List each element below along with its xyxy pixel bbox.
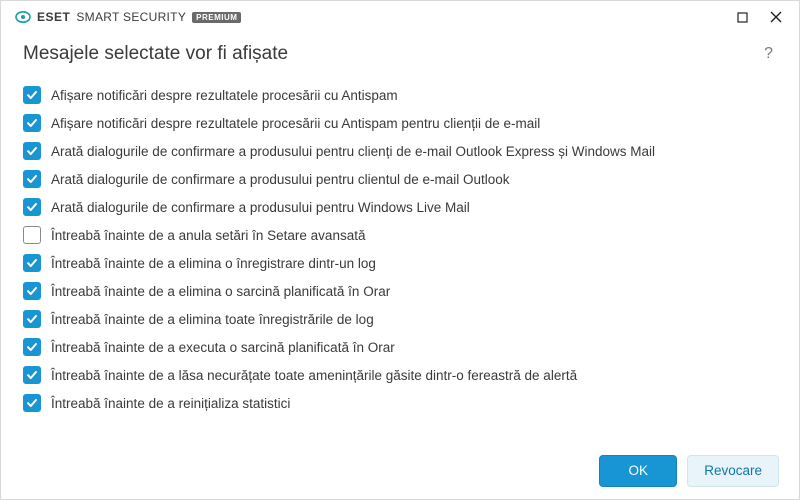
list-item-label: Întreabă înainte de a elimina o sarcină … <box>51 284 390 299</box>
list-item-label: Întreabă înainte de a anula setări în Se… <box>51 228 365 243</box>
cancel-button[interactable]: Revocare <box>687 455 779 487</box>
list-item: Întreabă înainte de a lăsa necurățate to… <box>21 361 779 389</box>
messages-list[interactable]: Afișare notificări despre rezultatele pr… <box>21 81 785 441</box>
list-item: Întreabă înainte de a elimina toate înre… <box>21 305 779 333</box>
help-icon[interactable]: ? <box>760 41 777 67</box>
checkbox[interactable] <box>23 366 41 384</box>
list-item-label: Arată dialogurile de confirmare a produs… <box>51 200 470 215</box>
checkbox[interactable] <box>23 338 41 356</box>
dialog-footer: OK Revocare <box>1 441 799 499</box>
list-item: Întreabă înainte de a anula setări în Se… <box>21 221 779 249</box>
list-item-label: Arată dialogurile de confirmare a produs… <box>51 144 655 159</box>
list-item: Arată dialogurile de confirmare a produs… <box>21 165 779 193</box>
list-item: Întreabă înainte de a elimina o sarcină … <box>21 277 779 305</box>
maximize-button[interactable] <box>727 5 757 29</box>
list-item-label: Întreabă înainte de a elimina o înregist… <box>51 256 376 271</box>
page-title: Mesajele selectate vor fi afișate <box>23 43 760 65</box>
list-item: Arată dialogurile de confirmare a produs… <box>21 193 779 221</box>
list-item: Arată dialogurile de confirmare a produs… <box>21 137 779 165</box>
list-item-label: Întreabă înainte de a elimina toate înre… <box>51 312 374 327</box>
list-item-label: Afișare notificări despre rezultatele pr… <box>51 88 398 103</box>
list-item: Întreabă înainte de a elimina o înregist… <box>21 249 779 277</box>
brand-product: SMART SECURITY <box>76 10 186 24</box>
list-item: Afișare notificări despre rezultatele pr… <box>21 109 779 137</box>
dialog-window: ESET SMART SECURITY PREMIUM Mesajele sel… <box>0 0 800 500</box>
list-item-label: Întreabă înainte de a lăsa necurățate to… <box>51 368 577 383</box>
checkbox[interactable] <box>23 394 41 412</box>
ok-button[interactable]: OK <box>599 455 677 487</box>
list-item-label: Afișare notificări despre rezultatele pr… <box>51 116 540 131</box>
brand-edition-badge: PREMIUM <box>192 12 241 23</box>
list-item-label: Întreabă înainte de a executa o sarcină … <box>51 340 395 355</box>
titlebar: ESET SMART SECURITY PREMIUM <box>1 1 799 33</box>
checkbox[interactable] <box>23 170 41 188</box>
brand: ESET SMART SECURITY PREMIUM <box>15 9 241 25</box>
close-button[interactable] <box>761 5 791 29</box>
dialog-header: Mesajele selectate vor fi afișate ? <box>1 33 799 81</box>
checkbox[interactable] <box>23 254 41 272</box>
checkbox[interactable] <box>23 310 41 328</box>
checkbox[interactable] <box>23 198 41 216</box>
checkbox[interactable] <box>23 86 41 104</box>
window-controls <box>727 5 791 29</box>
brand-company: ESET <box>37 10 70 24</box>
eset-logo-icon <box>15 9 31 25</box>
list-item-label: Arată dialogurile de confirmare a produs… <box>51 172 510 187</box>
checkbox[interactable] <box>23 282 41 300</box>
checkbox[interactable] <box>23 114 41 132</box>
list-item: Afișare notificări despre rezultatele pr… <box>21 81 779 109</box>
list-item: Întreabă înainte de a reinițializa stati… <box>21 389 779 417</box>
checkbox[interactable] <box>23 226 41 244</box>
list-item-label: Întreabă înainte de a reinițializa stati… <box>51 396 290 411</box>
checkbox[interactable] <box>23 142 41 160</box>
list-item: Întreabă înainte de a executa o sarcină … <box>21 333 779 361</box>
